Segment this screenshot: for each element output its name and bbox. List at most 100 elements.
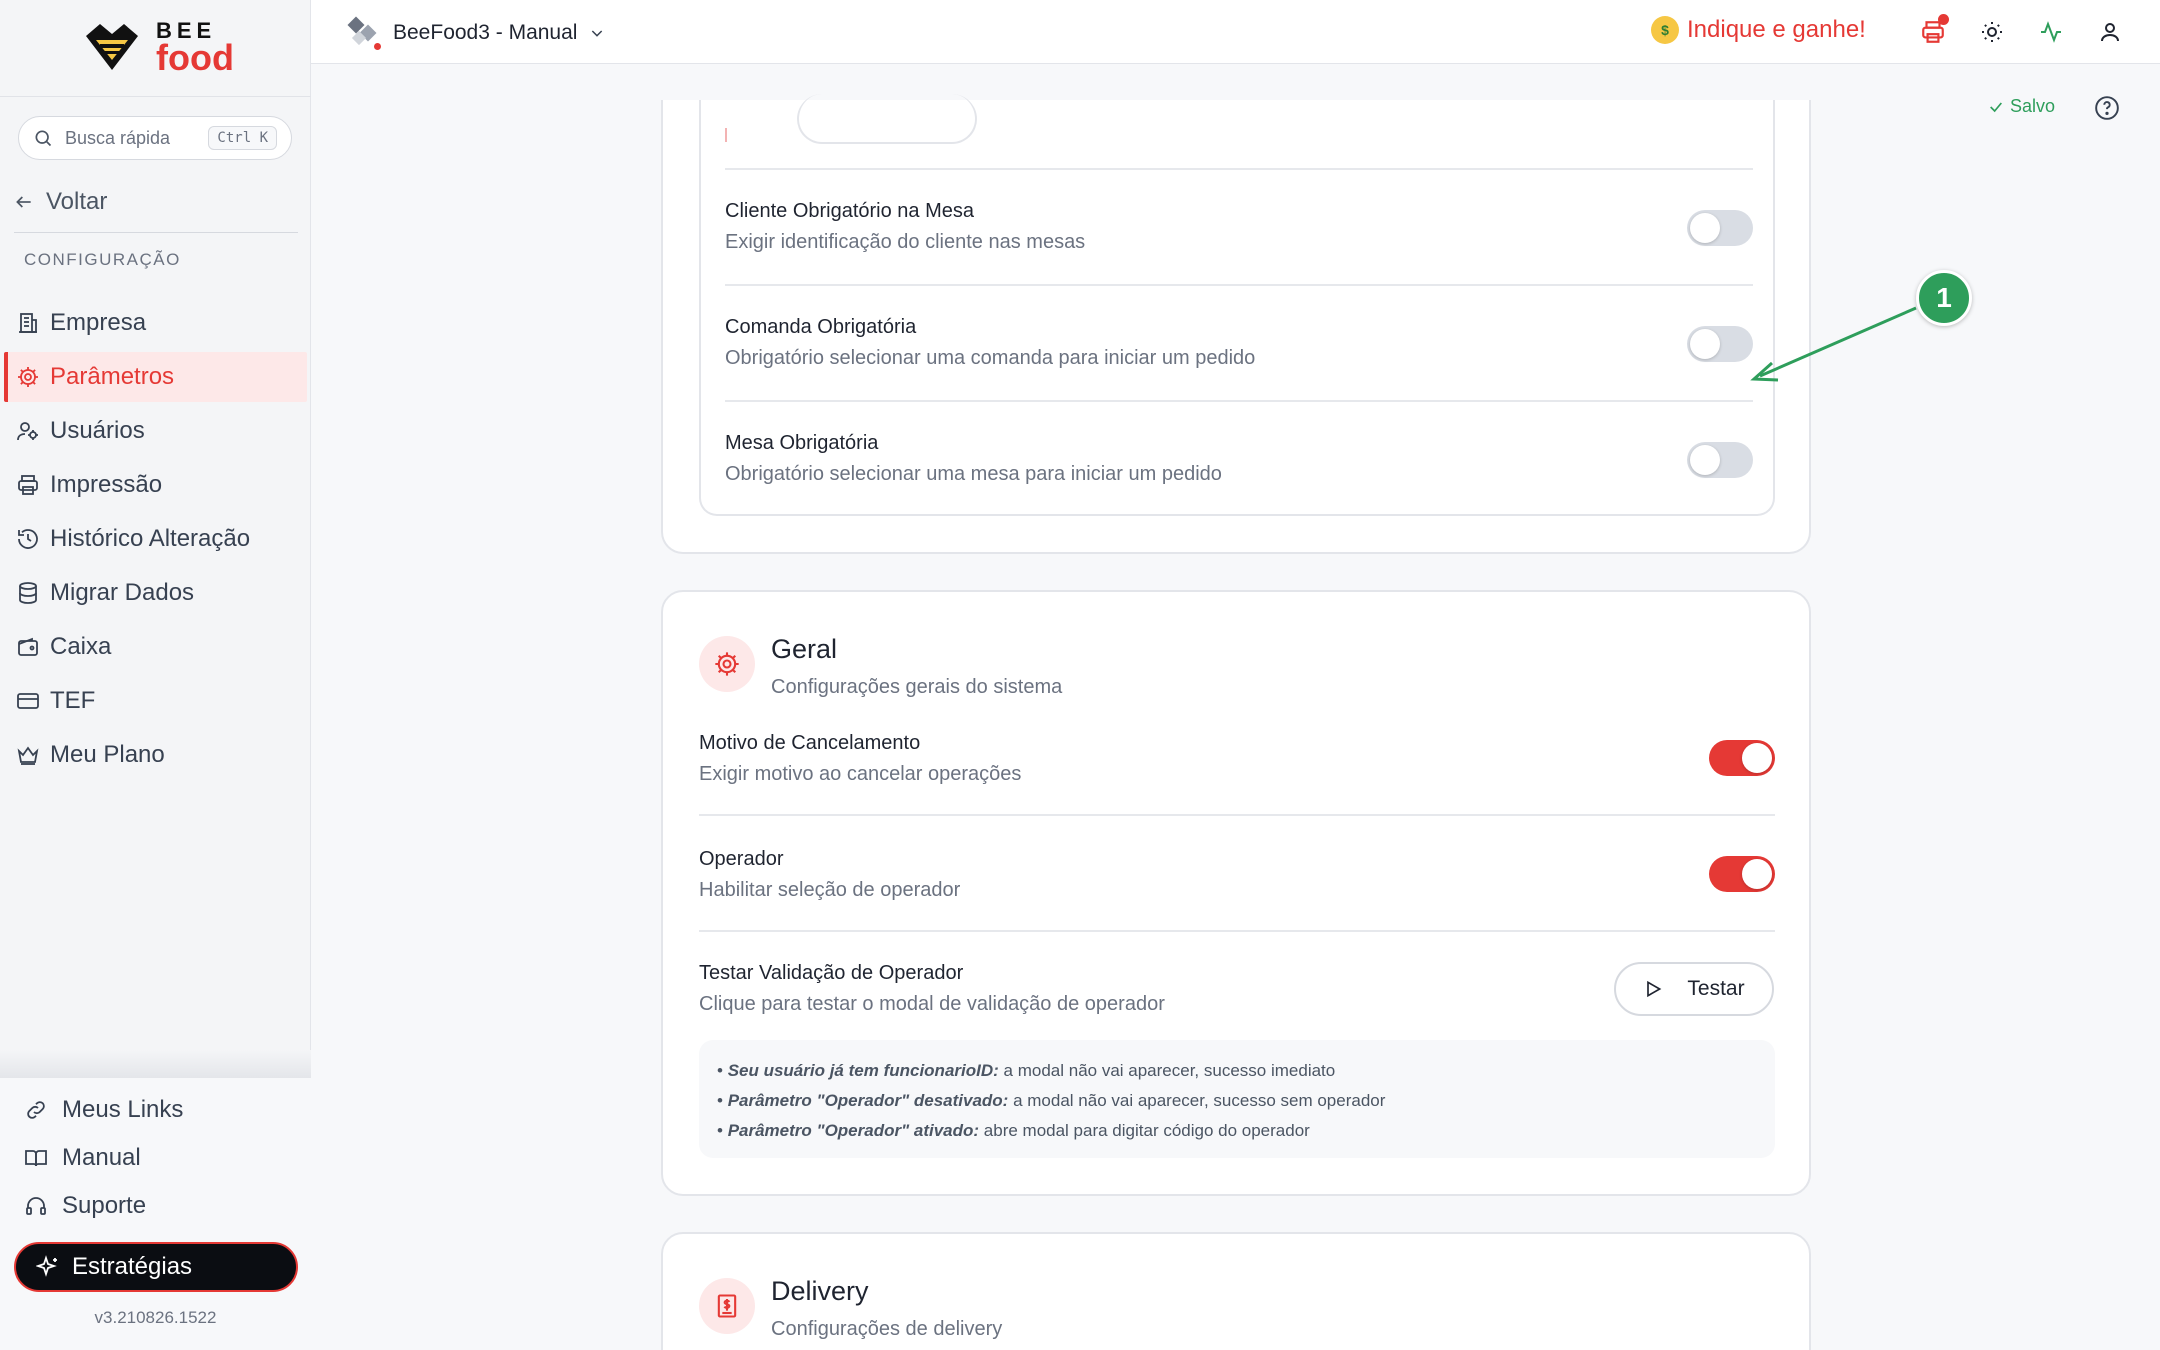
sidebar-item-parametros[interactable]: Parâmetros [4, 352, 307, 402]
quick-search-input[interactable]: Busca rápida Ctrl K [18, 116, 292, 160]
annotation-badge: 1 [1916, 270, 1972, 326]
section-subtitle: Configurações gerais do sistema [771, 676, 1063, 698]
tables-settings-group: Cliente Obrigatório na Mesa Exigir ident… [699, 94, 1775, 516]
building-icon [19, 313, 37, 333]
setting-row-cliente-obrigatorio: Cliente Obrigatório na Mesa Exigir ident… [725, 200, 1085, 254]
setting-subtitle: Obrigatório selecionar uma comanda para … [725, 347, 1256, 369]
money-face-icon: $ [1651, 16, 1679, 44]
setting-title: Motivo de Cancelamento [699, 732, 921, 754]
setting-subtitle: Exigir identificação do cliente nas mesa… [725, 231, 1086, 253]
help-circle-icon [2095, 96, 2119, 120]
delivery-section-icon [699, 1278, 755, 1334]
general-settings-card: Geral Configurações gerais do sistema Mo… [661, 590, 1811, 1196]
search-placeholder: Busca rápida [65, 127, 171, 148]
tables-settings-card: Cliente Obrigatório na Mesa Exigir ident… [661, 94, 1811, 554]
back-divider [14, 232, 298, 233]
test-button-label: Testar [1687, 977, 1745, 1000]
store-avatar [347, 16, 383, 52]
theme-toggle-button[interactable] [1978, 18, 2006, 46]
info-item: • Seu usuário já tem funcionarioID: a mo… [717, 1061, 1336, 1080]
sidebar-item-empresa[interactable]: Empresa [4, 298, 307, 348]
arrow-left-icon [16, 196, 31, 208]
sidebar-item-label: Parâmetros [50, 363, 175, 390]
info-item: • Parâmetro "Operador" desativado: a mod… [717, 1091, 1386, 1110]
manual-label: Manual [62, 1144, 141, 1171]
book-icon [25, 1150, 47, 1167]
sidebar-item-impressao[interactable]: Impressão [4, 460, 307, 510]
saved-status: Salvo [1988, 96, 2055, 117]
delivery-settings-card: Delivery Configurações de delivery [661, 1232, 1811, 1350]
setting-row-comanda-obrigatoria: Comanda Obrigatória Obrigatório selecion… [725, 316, 1255, 370]
chevron-down-icon [592, 30, 603, 37]
store-name: BeeFood3 - Manual [393, 21, 578, 44]
user-menu-button[interactable] [2096, 18, 2124, 46]
cut-off-button[interactable] [797, 94, 977, 144]
setting-row-motivo-cancelamento: Motivo de Cancelamento Exigir motivo ao … [699, 732, 1021, 786]
store-selector[interactable]: BeeFood3 - Manual [347, 16, 605, 52]
row-divider [725, 400, 1753, 402]
setting-subtitle: Exigir motivo ao cancelar operações [699, 763, 1022, 785]
refer-and-earn-link[interactable]: $ Indique e ganhe! [1651, 16, 1866, 44]
back-label: Voltar [46, 188, 108, 215]
toggle-mesa-obrigatoria[interactable] [1687, 442, 1753, 478]
print-queue-button[interactable] [1919, 14, 1949, 46]
general-section-icon [699, 636, 755, 692]
activity-icon [2041, 21, 2061, 43]
setting-title: Operador [699, 848, 784, 870]
sparkles-icon [36, 1255, 57, 1277]
toggle-cliente-obrigatorio[interactable] [1687, 210, 1753, 246]
sidebar-item-meu-plano[interactable]: Meu Plano [4, 730, 307, 780]
app-version: v3.210826.1522 [94, 1308, 217, 1327]
support-link[interactable]: Suporte [24, 1182, 183, 1230]
row-divider [725, 284, 1753, 286]
cut-off-marker [725, 128, 727, 142]
users-icon [17, 422, 38, 441]
sidebar-item-label: Empresa [50, 309, 147, 336]
card-icon [17, 693, 39, 709]
sidebar-divider [0, 96, 311, 97]
my-links-label: Meus Links [62, 1096, 184, 1123]
manual-link[interactable]: Manual [24, 1134, 183, 1182]
search-shortcut: Ctrl K [208, 126, 277, 150]
test-operator-button[interactable]: Testar [1614, 962, 1774, 1016]
user-icon [2101, 23, 2119, 42]
toggle-comanda-obrigatoria[interactable] [1687, 326, 1753, 362]
setting-row-mesa-obrigatoria: Mesa Obrigatória Obrigatório selecionar … [725, 432, 1222, 486]
strategies-button[interactable]: Estratégias [14, 1242, 298, 1292]
row-divider [699, 930, 1775, 932]
back-link[interactable]: Voltar [14, 188, 107, 216]
info-item-bold: Parâmetro "Operador" ativado: [727, 1121, 980, 1140]
logo[interactable]: BEE food [80, 20, 234, 76]
setting-subtitle: Obrigatório selecionar uma mesa para ini… [725, 463, 1222, 485]
crown-icon [17, 746, 39, 765]
headset-icon [26, 1197, 46, 1215]
section-title: Geral [771, 634, 838, 664]
database-icon [19, 582, 37, 604]
sidebar-item-label: Caixa [50, 633, 112, 660]
my-links-link[interactable]: Meus Links [24, 1086, 183, 1134]
sidebar-bottom-links: Meus Links Manual Suporte [24, 1086, 183, 1230]
printer-icon [18, 475, 38, 495]
sidebar-item-label: Meu Plano [50, 741, 165, 768]
sidebar-item-historico[interactable]: Histórico Alteração [4, 514, 307, 564]
sidebar-item-caixa[interactable]: Caixa [4, 622, 307, 672]
section-label: CONFIGURAÇÃO [24, 250, 181, 269]
activity-button[interactable] [2037, 18, 2065, 46]
operator-validation-info: • Seu usuário já tem funcionarioID: a mo… [699, 1040, 1775, 1158]
info-item: • Parâmetro "Operador" ativado: abre mod… [717, 1121, 1310, 1140]
toggle-motivo-cancelamento[interactable] [1709, 740, 1775, 776]
info-item-text: abre modal para digitar código do operad… [983, 1121, 1310, 1140]
sidebar-item-tef[interactable]: TEF [4, 676, 307, 726]
topbar: BeeFood3 - Manual $ Indique e ganhe! [311, 0, 2160, 64]
toggle-operador[interactable] [1709, 856, 1775, 892]
play-icon [1647, 980, 1662, 998]
saved-label: Salvo [2010, 96, 2056, 116]
sidebar-fade [0, 1050, 311, 1078]
sidebar-item-usuarios[interactable]: Usuários [4, 406, 307, 456]
sun-icon [1982, 22, 2002, 42]
help-button[interactable] [2094, 95, 2120, 126]
bee-logo-icon [86, 24, 138, 70]
setting-subtitle: Habilitar seleção de operador [699, 879, 961, 901]
info-item-bold: Seu usuário já tem funcionarioID: [727, 1061, 999, 1080]
sidebar-item-migrar-dados[interactable]: Migrar Dados [4, 568, 307, 618]
